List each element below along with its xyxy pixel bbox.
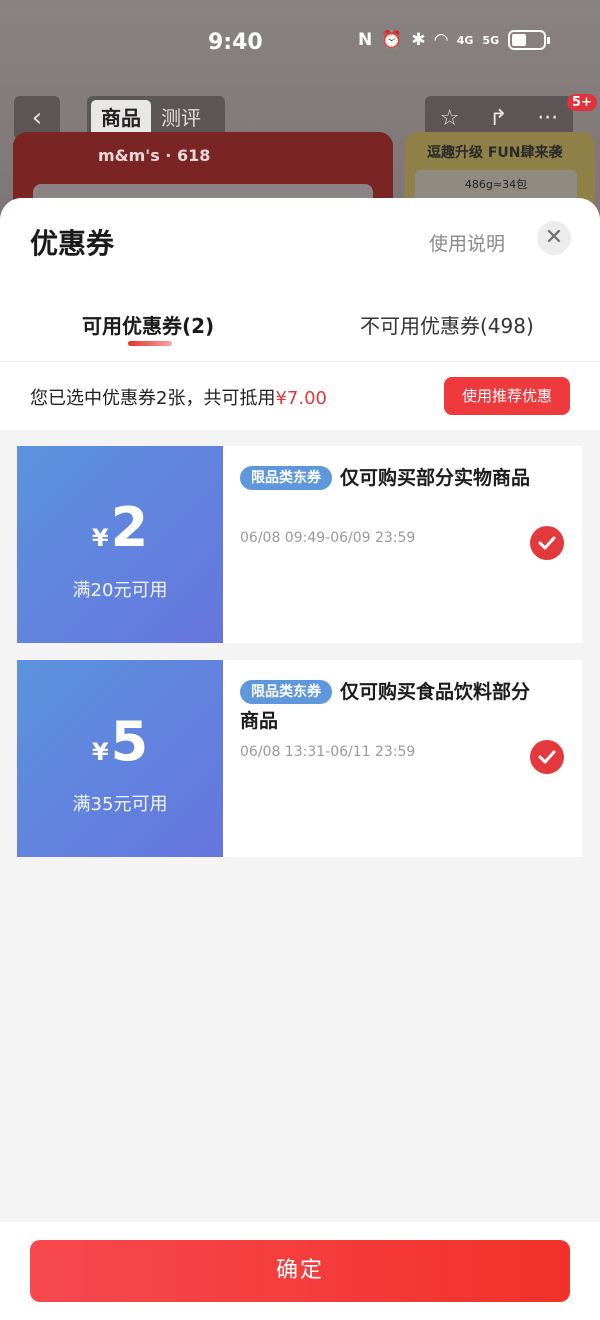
status-time: 9:40 <box>208 30 263 55</box>
active-tab-indicator <box>128 341 172 346</box>
nfc-icon: N <box>358 30 373 50</box>
star-icon[interactable]: ☆ <box>440 106 460 131</box>
currency-symbol: ¥ <box>91 524 109 552</box>
share-icon[interactable]: ↱ <box>489 106 507 131</box>
coupon-title-text: 仅可购买部分实物商品 <box>340 467 531 489</box>
battery-icon <box>508 30 551 50</box>
coupon-condition: 满20元可用 <box>72 580 168 601</box>
coupon-validity: 06/08 09:49-06/09 23:59 <box>240 530 416 546</box>
coupon-amount: 2 <box>110 496 149 559</box>
promo-title: 逗趣升级 FUN肆来袭 <box>427 145 563 161</box>
coupon-amount: 5 <box>110 710 149 773</box>
tab-unavailable-coupons[interactable]: 不可用优惠券(498) <box>360 310 534 339</box>
signal-5g-icon: 5G <box>482 33 500 47</box>
coupon-detail-panel: 限品类东券 仅可购买食品饮料部分商品 06/08 13:31-06/11 23:5… <box>223 660 582 857</box>
message-badge: 5+ <box>567 94 597 111</box>
checkmark-icon[interactable] <box>530 526 564 560</box>
chevron-left-icon: ‹ <box>31 103 43 133</box>
use-recommended-button[interactable]: 使用推荐优惠 <box>444 377 570 415</box>
coupon-condition: 满35元可用 <box>72 794 168 815</box>
coupon-value-panel: ¥2 满20元可用 <box>13 446 223 643</box>
more-icon[interactable]: ··· <box>537 106 558 131</box>
bluetooth-icon: ✱ <box>411 30 426 50</box>
coupon-title: 限品类东券 仅可购买部分实物商品 <box>240 464 540 493</box>
sheet-title: 优惠券 <box>30 227 115 260</box>
currency-symbol: ¥ <box>91 738 109 766</box>
summary-prefix: 您已选中优惠券2张，共可抵用 <box>30 388 276 409</box>
coupon-sheet: 优惠券 使用说明 ✕ 可用优惠券(2) 不可用优惠券(498) 您已选中优惠券2… <box>0 198 600 1320</box>
bottom-bar: 确定 <box>0 1222 600 1320</box>
coupon-detail-panel: 限品类东券 仅可购买部分实物商品 06/08 09:49-06/09 23:59 <box>223 446 582 643</box>
signal-4g-icon: 4G <box>456 33 474 47</box>
tab-available-coupons[interactable]: 可用优惠券(2) <box>82 310 214 339</box>
confirm-button[interactable]: 确定 <box>30 1240 570 1302</box>
selection-summary: 您已选中优惠券2张，共可抵用¥7.00 使用推荐优惠 <box>0 362 600 430</box>
coupon-value-panel: ¥5 满35元可用 <box>13 660 223 857</box>
coupon-tag: 限品类东券 <box>240 466 332 490</box>
summary-amount: ¥7.00 <box>275 388 327 409</box>
alarm-icon: ⏰ <box>381 30 403 50</box>
coupon-validity: 06/08 13:31-06/11 23:59 <box>240 744 416 760</box>
checkmark-icon[interactable] <box>530 740 564 774</box>
coupon-card[interactable]: ¥5 满35元可用 限品类东券 仅可购买食品饮料部分商品 06/08 13:31-… <box>13 660 582 857</box>
usage-instructions-link[interactable]: 使用说明 <box>429 229 505 256</box>
status-bar: 9:40 N ⏰ ✱ ◠ 4G 5G <box>0 0 600 80</box>
sheet-header: 优惠券 使用说明 ✕ 可用优惠券(2) 不可用优惠券(498) <box>0 198 600 362</box>
coupon-tag: 限品类东券 <box>240 680 332 704</box>
summary-text: 您已选中优惠券2张，共可抵用¥7.00 <box>30 384 327 410</box>
status-icons: N ⏰ ✱ ◠ 4G 5G <box>358 30 551 50</box>
tab-product[interactable]: 商品 <box>91 100 151 136</box>
coupon-card[interactable]: ¥2 满20元可用 限品类东券 仅可购买部分实物商品 06/08 09:49-06… <box>13 446 582 643</box>
wifi-icon: ◠ <box>434 30 448 50</box>
close-button[interactable]: ✕ <box>537 221 571 255</box>
tab-review[interactable]: 测评 <box>151 100 211 136</box>
close-icon: ✕ <box>544 225 564 250</box>
coupon-title: 限品类东券 仅可购买食品饮料部分商品 <box>240 678 540 736</box>
brand-logo: m&m's · 618 <box>98 146 211 165</box>
